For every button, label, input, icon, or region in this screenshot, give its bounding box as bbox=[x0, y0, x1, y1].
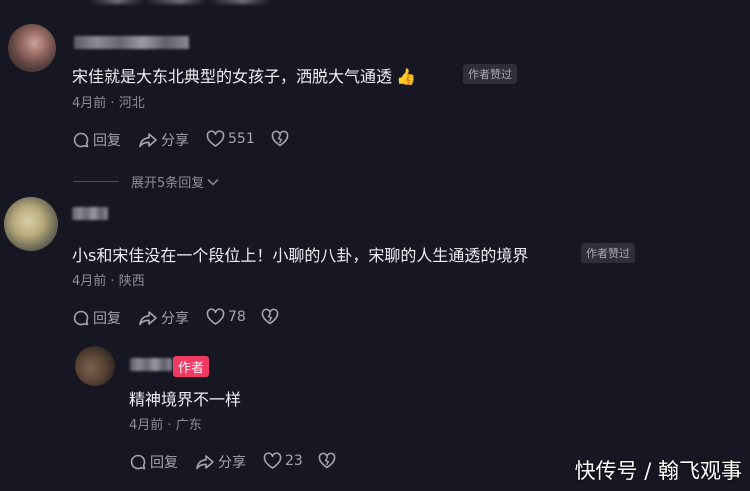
heart-icon bbox=[263, 452, 282, 469]
like-count: 551 bbox=[228, 131, 255, 147]
thumbs-up-emoji: 👍 bbox=[396, 67, 416, 86]
reply-meta: 4月前 · 广东 bbox=[129, 418, 202, 433]
comment-meta: 4月前 · 河北 bbox=[72, 96, 145, 111]
author-tag: 作者 bbox=[173, 356, 210, 377]
watermark: 快传号 / 翰飞观事 bbox=[574, 459, 742, 483]
comment-location: 河北 bbox=[118, 96, 145, 111]
like-count: 78 bbox=[228, 309, 246, 325]
share-button[interactable]: 分享 bbox=[138, 130, 189, 150]
username-blurred[interactable] bbox=[130, 358, 172, 371]
previous-comment-actions-cropped bbox=[90, 0, 270, 4]
reply-label: 回复 bbox=[93, 311, 121, 327]
like-button[interactable]: 551 bbox=[206, 130, 255, 148]
share-label: 分享 bbox=[161, 133, 189, 149]
avatar[interactable] bbox=[75, 346, 115, 386]
like-button[interactable]: 78 bbox=[206, 308, 246, 326]
username-blurred[interactable] bbox=[74, 36, 189, 49]
dislike-button[interactable] bbox=[261, 308, 282, 326]
comment-meta: 4月前 · 陕西 bbox=[72, 274, 145, 289]
avatar[interactable] bbox=[8, 24, 56, 72]
comment-icon bbox=[130, 454, 146, 470]
comment-location: 陕西 bbox=[118, 274, 145, 289]
avatar[interactable] bbox=[4, 197, 58, 251]
share-button[interactable]: 分享 bbox=[195, 452, 246, 472]
reply-button[interactable]: 回复 bbox=[129, 452, 178, 472]
comment-text-content: 宋佳就是大东北典型的女孩子，洒脱大气通透 bbox=[72, 67, 393, 86]
comment-icon bbox=[73, 132, 89, 148]
reply-label: 回复 bbox=[93, 133, 121, 149]
reply-location: 广东 bbox=[175, 418, 202, 433]
reply-label: 回复 bbox=[150, 455, 178, 471]
like-button[interactable]: 23 bbox=[263, 452, 303, 470]
username-blurred[interactable] bbox=[72, 207, 108, 220]
comment-time: 4月前 bbox=[72, 96, 107, 111]
share-icon bbox=[196, 455, 214, 470]
dislike-button[interactable] bbox=[318, 452, 339, 470]
share-label: 分享 bbox=[161, 311, 189, 327]
share-icon bbox=[139, 133, 157, 148]
share-label: 分享 bbox=[218, 455, 246, 471]
chevron-down-icon bbox=[207, 178, 219, 186]
reply-button[interactable]: 回复 bbox=[72, 130, 121, 150]
heart-icon bbox=[206, 130, 225, 147]
reply-text: 精神境界不一样 bbox=[129, 390, 242, 409]
expand-replies-button[interactable]: 展开5条回复 bbox=[73, 172, 220, 191]
comment-icon bbox=[73, 310, 89, 326]
reply-button[interactable]: 回复 bbox=[72, 308, 121, 328]
author-liked-badge: 作者赞过 bbox=[463, 64, 517, 84]
comment-text: 小s和宋佳没在一个段位上！小聊的八卦，宋聊的人生通透的境界 bbox=[72, 246, 529, 265]
expand-label: 展开5条回复 bbox=[131, 176, 205, 191]
comment-time: 4月前 bbox=[72, 274, 107, 289]
dislike-icon bbox=[318, 452, 336, 469]
dislike-icon bbox=[271, 130, 289, 147]
comment-text: 宋佳就是大东北典型的女孩子，洒脱大气通透 👍 bbox=[72, 63, 416, 87]
dislike-icon bbox=[261, 308, 279, 325]
share-icon bbox=[139, 311, 157, 326]
share-button[interactable]: 分享 bbox=[138, 308, 189, 328]
like-count: 23 bbox=[285, 453, 303, 469]
heart-icon bbox=[206, 308, 225, 325]
divider bbox=[73, 181, 119, 182]
reply-time: 4月前 bbox=[129, 418, 164, 433]
dislike-button[interactable] bbox=[271, 130, 292, 148]
author-liked-badge: 作者赞过 bbox=[581, 243, 635, 263]
